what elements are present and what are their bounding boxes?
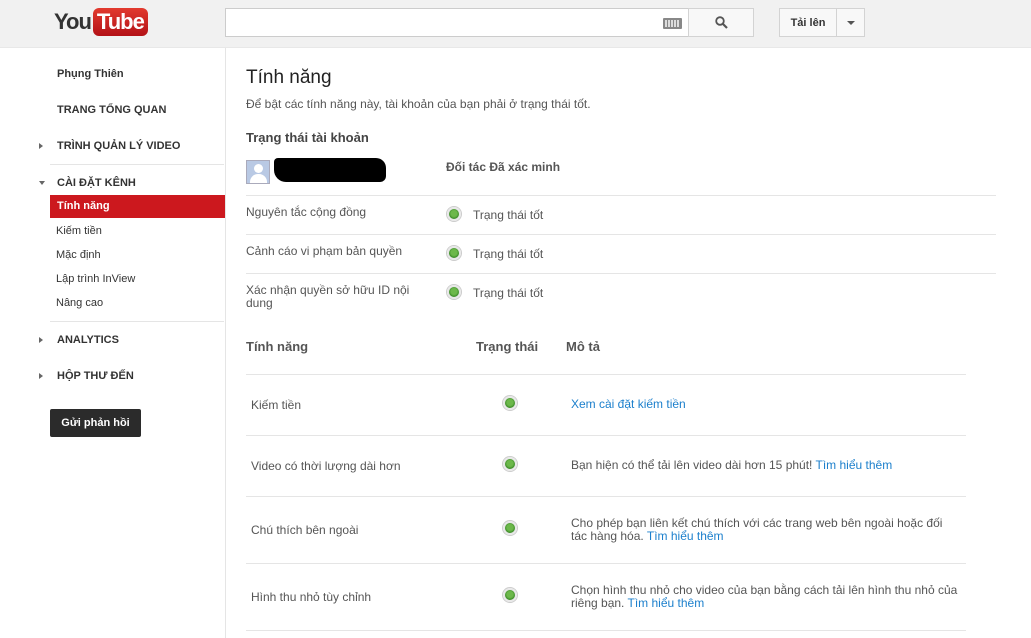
feature-description: Chọn hình thu nhỏ cho video của bạn bằng… (571, 584, 961, 610)
send-feedback-button[interactable]: Gửi phản hồi (50, 409, 141, 437)
column-header-description: Mô tả (566, 339, 600, 354)
feature-description: Bạn hiện có thể tải lên video dài hơn 15… (571, 459, 961, 472)
feature-description: Xem cài đặt kiếm tiền (571, 398, 961, 411)
keyboard-icon[interactable] (663, 18, 682, 29)
feature-name: Hình thu nhỏ tùy chỉnh (251, 590, 372, 604)
account-status-heading: Trạng thái tài khoản (246, 130, 369, 145)
feature-description: Cho phép bạn liên kết chú thích với các … (571, 517, 961, 543)
status-dot (447, 285, 461, 299)
sidebar-divider (50, 321, 224, 322)
status-text: Trạng thái tốt (473, 208, 544, 222)
upload-menu-button[interactable] (836, 8, 865, 37)
divider (246, 374, 966, 375)
search-button[interactable] (688, 8, 754, 37)
divider (246, 563, 966, 564)
search-icon (714, 16, 728, 29)
sidebar-item-dashboard[interactable]: TRANG TỔNG QUAN (57, 104, 166, 116)
status-dot (447, 207, 461, 221)
learn-more-link[interactable]: Tìm hiểu thêm (816, 458, 893, 472)
sidebar-item-analytics[interactable]: ANALYTICS (57, 334, 119, 346)
status-dot (503, 457, 517, 471)
divider (246, 273, 996, 274)
status-label-community: Nguyên tắc cộng đồng (246, 205, 367, 219)
divider (246, 234, 996, 235)
status-dot (447, 246, 461, 260)
feature-name: Kiếm tiền (251, 398, 302, 412)
page-title: Tính năng (246, 67, 332, 88)
logo-tube-text: Tube (92, 8, 148, 36)
sidebar-subitem-advanced[interactable]: Nâng cao (56, 297, 103, 309)
sidebar-subitem-label: Tính năng (57, 200, 110, 212)
expand-arrow-icon[interactable] (39, 143, 43, 149)
sidebar-item-video-manager[interactable]: TRÌNH QUẢN LÝ VIDEO (57, 140, 180, 152)
sidebar-subitem-monetization[interactable]: Kiếm tiền (56, 225, 102, 237)
logo-you-text: You (54, 9, 92, 34)
status-dot (503, 521, 517, 535)
learn-more-link[interactable]: Tìm hiểu thêm (647, 529, 724, 543)
search-input[interactable] (225, 8, 689, 37)
feature-description-text: Cho phép bạn liên kết chú thích với các … (571, 516, 943, 543)
column-header-feature: Tính năng (246, 339, 309, 354)
feature-name: Video có thời lượng dài hơn (251, 459, 401, 473)
feature-name: Chú thích bên ngoài (251, 523, 359, 537)
upload-button[interactable]: Tải lên (779, 8, 837, 37)
learn-more-link[interactable]: Tìm hiểu thêm (628, 596, 705, 610)
sidebar-subitem-defaults[interactable]: Mặc định (56, 249, 101, 261)
collapse-arrow-icon[interactable] (39, 181, 45, 185)
sidebar-subitem-inview[interactable]: Lập trình InView (56, 273, 135, 285)
divider (246, 195, 996, 196)
youtube-logo[interactable]: You Tube (54, 8, 148, 36)
expand-arrow-icon[interactable] (39, 337, 43, 343)
divider (246, 496, 966, 497)
expand-arrow-icon[interactable] (39, 373, 43, 379)
page-subtitle: Để bật các tính năng này, tài khoản của … (246, 97, 591, 111)
status-dot (503, 396, 517, 410)
status-dot (503, 588, 517, 602)
status-label-copyright: Cảnh cáo vi phạm bản quyền (246, 244, 403, 258)
sidebar-user-name[interactable]: Phụng Thiên (57, 68, 124, 80)
partner-status: Đối tác Đã xác minh (446, 160, 561, 174)
divider (246, 435, 966, 436)
sidebar-item-inbox[interactable]: HỘP THƯ ĐẾN (57, 370, 134, 382)
sidebar-divider (50, 164, 224, 165)
chevron-down-icon (846, 20, 855, 25)
status-text: Trạng thái tốt (473, 286, 544, 300)
sidebar-item-channel-settings[interactable]: CÀI ĐẶT KÊNH (57, 177, 136, 189)
monetization-settings-link[interactable]: Xem cài đặt kiếm tiền (571, 397, 686, 411)
avatar (246, 160, 270, 184)
status-label-content-id: Xác nhận quyền sở hữu ID nội dung (246, 283, 410, 310)
divider (246, 630, 966, 631)
top-header: You Tube Tải lên (0, 0, 1031, 48)
redacted-channel-name (274, 158, 386, 182)
column-header-status: Trạng thái (476, 339, 539, 354)
sidebar: Phụng Thiên TRANG TỔNG QUAN TRÌNH QUẢN L… (0, 48, 226, 638)
sidebar-subitem-features[interactable]: Tính năng (50, 195, 225, 218)
status-text: Trạng thái tốt (473, 247, 544, 261)
feature-description-text: Bạn hiện có thể tải lên video dài hơn 15… (571, 458, 813, 472)
